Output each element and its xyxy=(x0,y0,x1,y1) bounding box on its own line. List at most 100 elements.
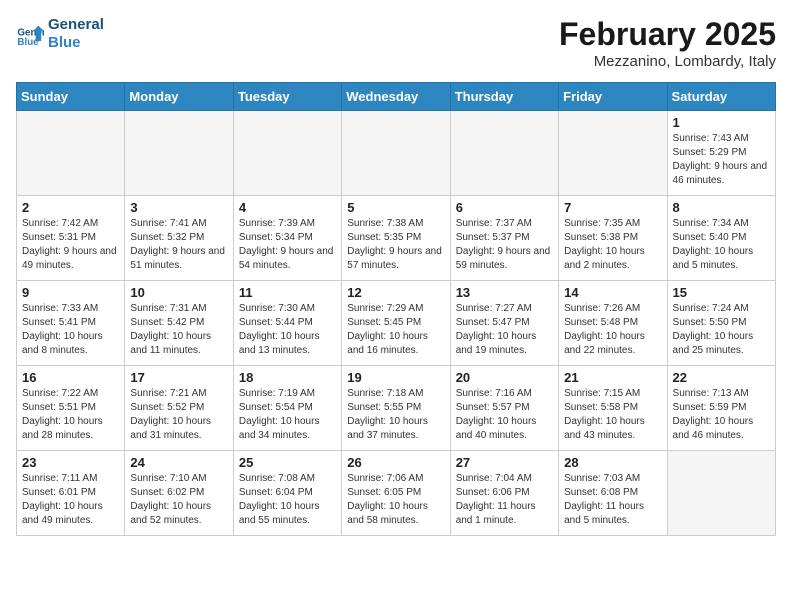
calendar-cell: 3 Sunrise: 7:41 AM Sunset: 5:32 PM Daylig… xyxy=(125,196,233,281)
calendar-cell: 9 Sunrise: 7:33 AM Sunset: 5:41 PM Daylig… xyxy=(17,281,125,366)
calendar-cell: 5 Sunrise: 7:38 AM Sunset: 5:35 PM Daylig… xyxy=(342,196,450,281)
week-row-1: 1 Sunrise: 7:43 AM Sunset: 5:29 PM Daylig… xyxy=(17,111,776,196)
calendar-cell: 2 Sunrise: 7:42 AM Sunset: 5:31 PM Daylig… xyxy=(17,196,125,281)
day-number: 19 xyxy=(347,370,444,385)
calendar-cell: 25 Sunrise: 7:08 AM Sunset: 6:04 PM Dayli… xyxy=(233,451,341,536)
weekday-header-row: SundayMondayTuesdayWednesdayThursdayFrid… xyxy=(17,83,776,111)
calendar-cell: 24 Sunrise: 7:10 AM Sunset: 6:02 PM Dayli… xyxy=(125,451,233,536)
calendar-cell xyxy=(342,111,450,196)
calendar-cell: 17Sunrise: 7:21 AM Sunset: 5:52 PM Dayli… xyxy=(125,366,233,451)
day-info: Sunrise: 7:08 AM Sunset: 6:04 PM Dayligh… xyxy=(239,472,336,528)
calendar-cell: 27 Sunrise: 7:04 AM Sunset: 6:06 PM Dayli… xyxy=(450,451,558,536)
title-area: February 2025 Mezzanino, Lombardy, Italy xyxy=(559,16,776,70)
weekday-header-friday: Friday xyxy=(559,83,667,111)
logo-icon: General Blue xyxy=(16,20,44,48)
day-info: Sunrise: 7:11 AM Sunset: 6:01 PM Dayligh… xyxy=(22,472,119,528)
day-number: 26 xyxy=(347,455,444,470)
calendar-cell: 13Sunrise: 7:27 AM Sunset: 5:47 PM Dayli… xyxy=(450,281,558,366)
day-number: 11 xyxy=(239,285,336,300)
day-info: Sunrise: 7:16 AM Sunset: 5:57 PM Dayligh… xyxy=(456,387,553,443)
day-number: 12 xyxy=(347,285,444,300)
day-info: Sunrise: 7:26 AM Sunset: 5:48 PM Dayligh… xyxy=(564,302,661,358)
day-number: 4 xyxy=(239,200,336,215)
calendar-cell xyxy=(17,111,125,196)
day-info: Sunrise: 7:04 AM Sunset: 6:06 PM Dayligh… xyxy=(456,472,553,528)
logo-blue: Blue xyxy=(48,34,104,52)
day-number: 17 xyxy=(130,370,227,385)
day-info: Sunrise: 7:19 AM Sunset: 5:54 PM Dayligh… xyxy=(239,387,336,443)
day-number: 6 xyxy=(456,200,553,215)
day-number: 1 xyxy=(673,115,770,130)
day-number: 15 xyxy=(673,285,770,300)
weekday-header-thursday: Thursday xyxy=(450,83,558,111)
day-info: Sunrise: 7:13 AM Sunset: 5:59 PM Dayligh… xyxy=(673,387,770,443)
calendar-cell xyxy=(667,451,775,536)
day-info: Sunrise: 7:03 AM Sunset: 6:08 PM Dayligh… xyxy=(564,472,661,528)
day-info: Sunrise: 7:39 AM Sunset: 5:34 PM Dayligh… xyxy=(239,217,336,273)
day-info: Sunrise: 7:10 AM Sunset: 6:02 PM Dayligh… xyxy=(130,472,227,528)
day-info: Sunrise: 7:29 AM Sunset: 5:45 PM Dayligh… xyxy=(347,302,444,358)
day-info: Sunrise: 7:27 AM Sunset: 5:47 PM Dayligh… xyxy=(456,302,553,358)
calendar-cell: 16Sunrise: 7:22 AM Sunset: 5:51 PM Dayli… xyxy=(17,366,125,451)
day-number: 9 xyxy=(22,285,119,300)
day-info: Sunrise: 7:34 AM Sunset: 5:40 PM Dayligh… xyxy=(673,217,770,273)
calendar-cell xyxy=(233,111,341,196)
weekday-header-monday: Monday xyxy=(125,83,233,111)
day-info: Sunrise: 7:42 AM Sunset: 5:31 PM Dayligh… xyxy=(22,217,119,273)
day-number: 5 xyxy=(347,200,444,215)
day-number: 18 xyxy=(239,370,336,385)
day-info: Sunrise: 7:33 AM Sunset: 5:41 PM Dayligh… xyxy=(22,302,119,358)
day-number: 25 xyxy=(239,455,336,470)
day-number: 3 xyxy=(130,200,227,215)
day-number: 16 xyxy=(22,370,119,385)
week-row-3: 9 Sunrise: 7:33 AM Sunset: 5:41 PM Daylig… xyxy=(17,281,776,366)
month-title: February 2025 xyxy=(559,16,776,53)
day-number: 21 xyxy=(564,370,661,385)
day-info: Sunrise: 7:38 AM Sunset: 5:35 PM Dayligh… xyxy=(347,217,444,273)
day-number: 14 xyxy=(564,285,661,300)
day-number: 22 xyxy=(673,370,770,385)
day-info: Sunrise: 7:30 AM Sunset: 5:44 PM Dayligh… xyxy=(239,302,336,358)
day-number: 8 xyxy=(673,200,770,215)
day-number: 2 xyxy=(22,200,119,215)
weekday-header-tuesday: Tuesday xyxy=(233,83,341,111)
calendar-cell: 19Sunrise: 7:18 AM Sunset: 5:55 PM Dayli… xyxy=(342,366,450,451)
calendar-cell: 10 Sunrise: 7:31 AM Sunset: 5:42 PM Dayli… xyxy=(125,281,233,366)
calendar-cell: 1 Sunrise: 7:43 AM Sunset: 5:29 PM Daylig… xyxy=(667,111,775,196)
day-number: 27 xyxy=(456,455,553,470)
day-info: Sunrise: 7:31 AM Sunset: 5:42 PM Dayligh… xyxy=(130,302,227,358)
calendar-cell: 12 Sunrise: 7:29 AM Sunset: 5:45 PM Dayli… xyxy=(342,281,450,366)
weekday-header-wednesday: Wednesday xyxy=(342,83,450,111)
day-info: Sunrise: 7:24 AM Sunset: 5:50 PM Dayligh… xyxy=(673,302,770,358)
logo-general: General xyxy=(48,16,104,34)
calendar-cell: 4 Sunrise: 7:39 AM Sunset: 5:34 PM Daylig… xyxy=(233,196,341,281)
day-number: 20 xyxy=(456,370,553,385)
calendar-cell: 14 Sunrise: 7:26 AM Sunset: 5:48 PM Dayli… xyxy=(559,281,667,366)
calendar-cell: 8 Sunrise: 7:34 AM Sunset: 5:40 PM Daylig… xyxy=(667,196,775,281)
day-number: 24 xyxy=(130,455,227,470)
calendar-cell: 22 Sunrise: 7:13 AM Sunset: 5:59 PM Dayli… xyxy=(667,366,775,451)
page-header: General Blue General Blue February 2025 … xyxy=(16,16,776,70)
calendar-cell xyxy=(450,111,558,196)
day-number: 7 xyxy=(564,200,661,215)
location-subtitle: Mezzanino, Lombardy, Italy xyxy=(559,53,776,70)
week-row-2: 2 Sunrise: 7:42 AM Sunset: 5:31 PM Daylig… xyxy=(17,196,776,281)
calendar-cell: 28 Sunrise: 7:03 AM Sunset: 6:08 PM Dayli… xyxy=(559,451,667,536)
week-row-5: 23 Sunrise: 7:11 AM Sunset: 6:01 PM Dayli… xyxy=(17,451,776,536)
week-row-4: 16Sunrise: 7:22 AM Sunset: 5:51 PM Dayli… xyxy=(17,366,776,451)
weekday-header-sunday: Sunday xyxy=(17,83,125,111)
calendar-cell: 20 Sunrise: 7:16 AM Sunset: 5:57 PM Dayli… xyxy=(450,366,558,451)
day-info: Sunrise: 7:37 AM Sunset: 5:37 PM Dayligh… xyxy=(456,217,553,273)
weekday-header-saturday: Saturday xyxy=(667,83,775,111)
calendar-cell: 21Sunrise: 7:15 AM Sunset: 5:58 PM Dayli… xyxy=(559,366,667,451)
day-number: 10 xyxy=(130,285,227,300)
calendar-cell: 18 Sunrise: 7:19 AM Sunset: 5:54 PM Dayli… xyxy=(233,366,341,451)
calendar-cell xyxy=(125,111,233,196)
calendar-cell: 15 Sunrise: 7:24 AM Sunset: 5:50 PM Dayli… xyxy=(667,281,775,366)
day-info: Sunrise: 7:43 AM Sunset: 5:29 PM Dayligh… xyxy=(673,132,770,188)
day-number: 23 xyxy=(22,455,119,470)
day-info: Sunrise: 7:41 AM Sunset: 5:32 PM Dayligh… xyxy=(130,217,227,273)
day-number: 28 xyxy=(564,455,661,470)
day-info: Sunrise: 7:35 AM Sunset: 5:38 PM Dayligh… xyxy=(564,217,661,273)
calendar-cell: 6 Sunrise: 7:37 AM Sunset: 5:37 PM Daylig… xyxy=(450,196,558,281)
